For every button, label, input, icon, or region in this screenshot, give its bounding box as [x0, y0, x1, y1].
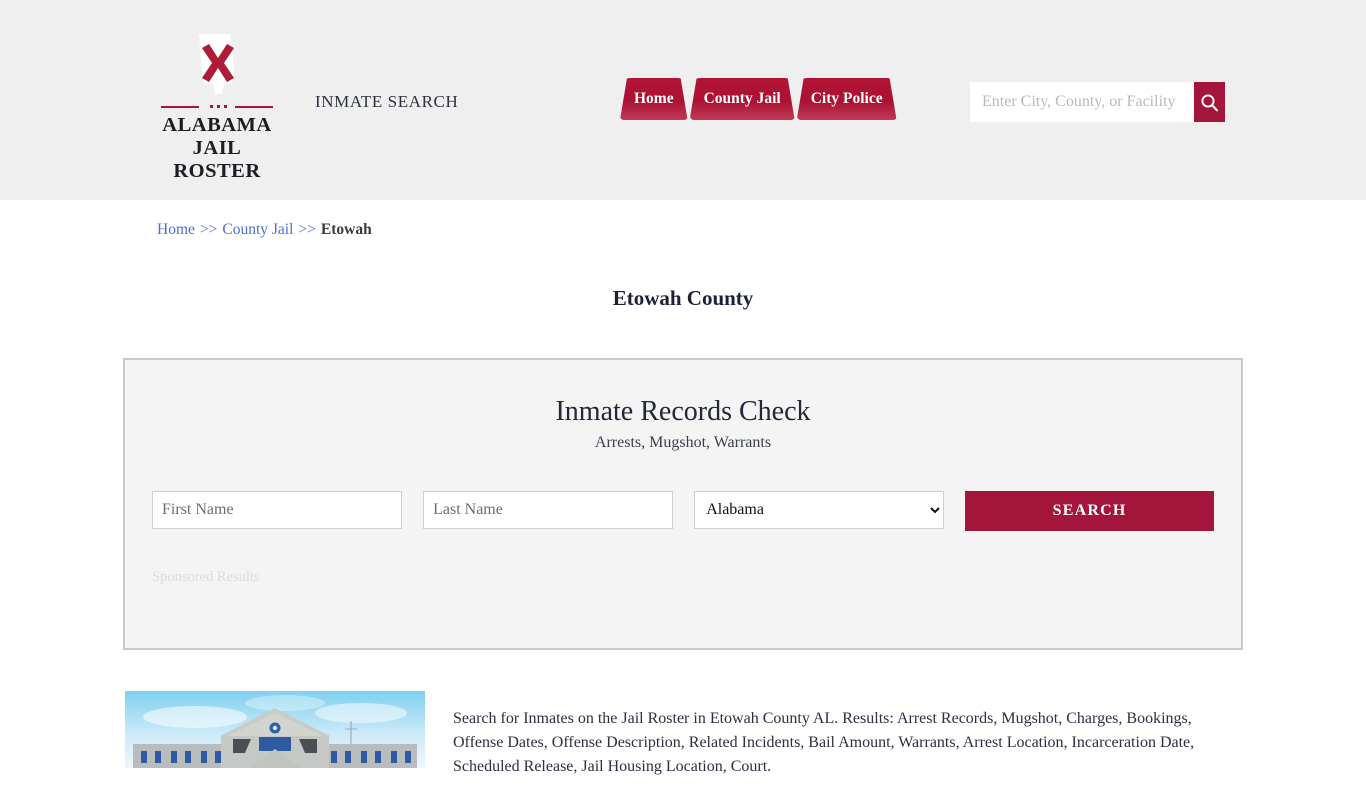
inmate-search-form: Alabama SEARCH: [125, 491, 1241, 531]
main-navigation: Home County Jail City Police: [620, 78, 899, 120]
first-name-input[interactable]: [152, 491, 402, 529]
panel-subtitle: Arrests, Mugshot, Warrants: [125, 434, 1241, 452]
page-title: Etowah County: [0, 286, 1366, 311]
last-name-input[interactable]: [423, 491, 673, 529]
logo-text-line2: JAIL ROSTER: [152, 137, 282, 183]
state-select[interactable]: Alabama: [694, 491, 944, 529]
breadcrumb: Home >> County Jail >> Etowah: [157, 221, 372, 239]
header-inner: ALABAMA JAIL ROSTER INMATE SEARCH Home C…: [0, 0, 1366, 200]
county-description-row: Search for Inmates on the Jail Roster in…: [125, 691, 1245, 795]
logo-text-line1: ALABAMA: [152, 114, 282, 137]
alabama-state-flag-icon: [152, 32, 282, 100]
county-description-text: Search for Inmates on the Jail Roster in…: [453, 707, 1243, 779]
site-header: ALABAMA JAIL ROSTER INMATE SEARCH Home C…: [0, 0, 1366, 200]
panel-search-button[interactable]: SEARCH: [965, 491, 1214, 531]
nav-item-city-police[interactable]: City Police: [797, 78, 897, 120]
logo-divider: [161, 102, 273, 111]
nav-item-home[interactable]: Home: [620, 78, 688, 120]
breadcrumb-separator: >>: [200, 221, 217, 238]
nav-item-county-jail[interactable]: County Jail: [690, 78, 795, 120]
sponsored-results-note: Sponsored Results: [125, 569, 1241, 586]
header-search: [970, 82, 1220, 122]
panel-title: Inmate Records Check: [125, 397, 1241, 428]
breadcrumb-separator: >>: [298, 221, 315, 238]
inmate-records-check-panel: Inmate Records Check Arrests, Mugshot, W…: [123, 358, 1243, 650]
breadcrumb-item-home[interactable]: Home: [157, 221, 195, 238]
search-icon: [1200, 93, 1219, 112]
breadcrumb-item-current: Etowah: [321, 221, 372, 238]
site-logo[interactable]: ALABAMA JAIL ROSTER: [152, 32, 282, 183]
jail-building-photo: [125, 691, 425, 768]
site-tagline: INMATE SEARCH: [315, 92, 458, 112]
header-search-button[interactable]: [1194, 82, 1225, 122]
header-search-input[interactable]: [970, 82, 1194, 122]
breadcrumb-item-county-jail[interactable]: County Jail: [222, 221, 293, 238]
